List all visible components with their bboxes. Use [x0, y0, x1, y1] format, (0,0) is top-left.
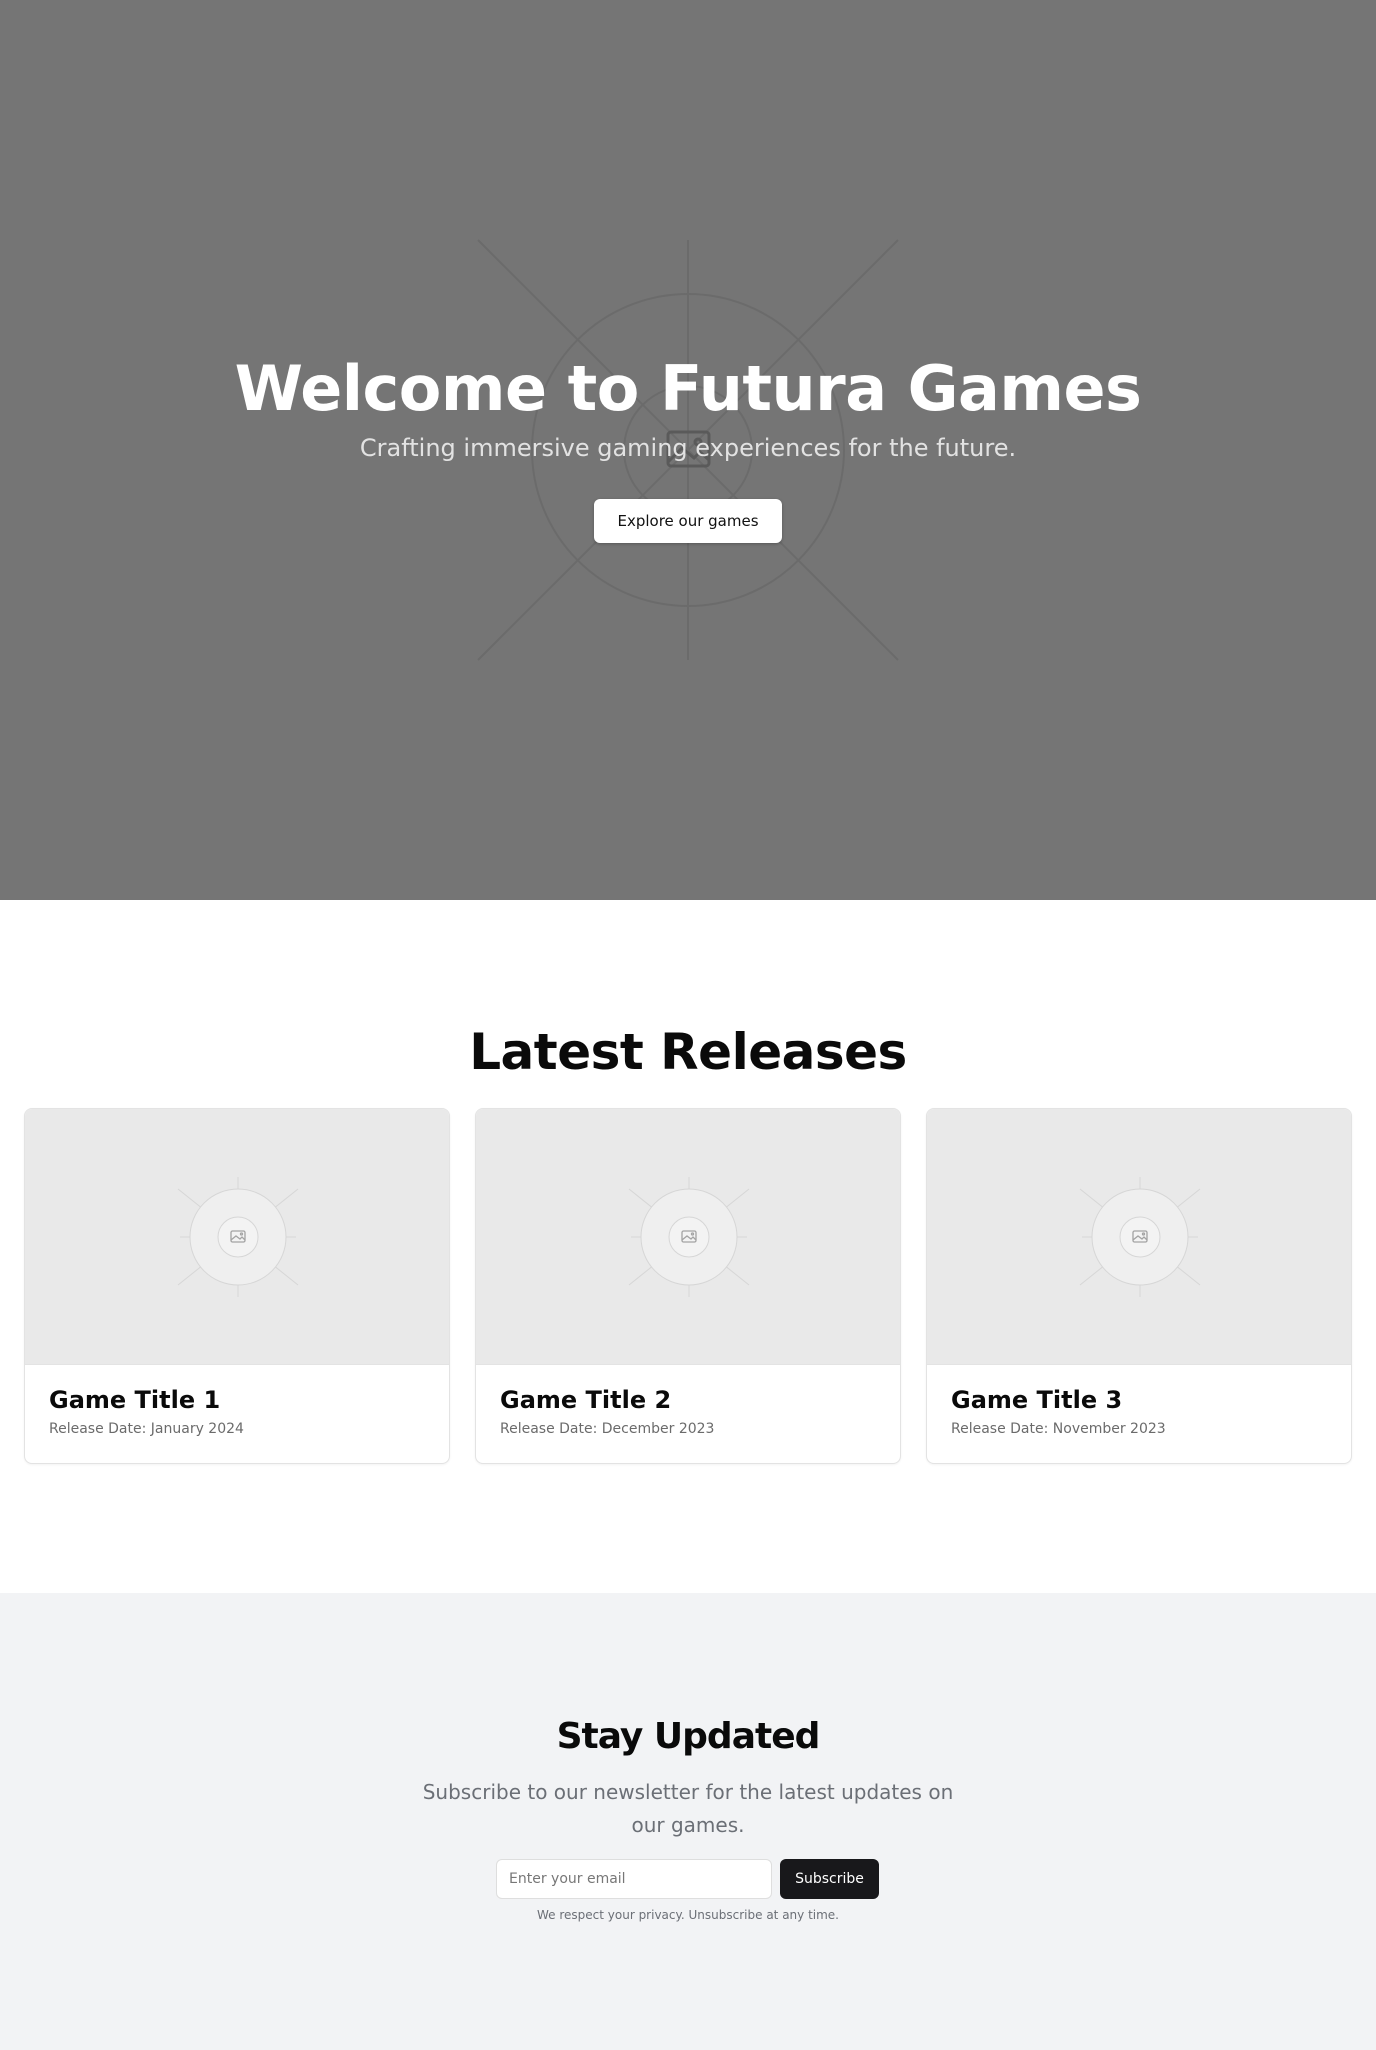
newsletter-form: Subscribe [496, 1859, 879, 1899]
release-date: Release Date: December 2023 [500, 1421, 715, 1437]
game-card[interactable]: Game Title 2 Release Date: December 2023 [475, 1108, 901, 1464]
section-title: Latest Releases [469, 1023, 907, 1081]
release-date: Release Date: January 2024 [49, 1421, 244, 1437]
newsletter-section: Stay Updated Subscribe to our newsletter… [0, 1593, 1376, 2050]
privacy-note: We respect your privacy. Unsubscribe at … [536, 1908, 839, 1922]
newsletter-subtitle: Subscribe to our newsletter for the late… [422, 1780, 954, 1837]
game-title: Game Title 2 [500, 1386, 672, 1414]
game-card[interactable]: Game Title 3 Release Date: November 2023 [926, 1108, 1352, 1464]
game-card-body: Game Title 1 Release Date: January 2024 [25, 1365, 449, 1439]
game-card-list: Game Title 1 Release Date: January 2024 [24, 1108, 1352, 1464]
game-card[interactable]: Game Title 1 Release Date: January 2024 [24, 1108, 450, 1464]
game-card-image [927, 1109, 1351, 1365]
game-title: Game Title 3 [951, 1386, 1123, 1414]
game-card-body: Game Title 3 Release Date: November 2023 [927, 1365, 1351, 1439]
hero-section: Welcome to Futura Games Crafting immersi… [0, 0, 1376, 900]
release-date: Release Date: November 2023 [951, 1421, 1166, 1437]
latest-releases-section: Latest Releases Game Title 1 Release Dat… [0, 900, 1376, 1593]
email-input[interactable] [496, 1859, 772, 1899]
subscribe-button[interactable]: Subscribe [780, 1859, 879, 1899]
explore-games-button[interactable]: Explore our games [594, 499, 782, 543]
game-title: Game Title 1 [49, 1386, 221, 1414]
game-card-image [25, 1109, 449, 1365]
newsletter-title: Stay Updated [556, 1716, 821, 1757]
game-card-body: Game Title 2 Release Date: December 2023 [476, 1365, 900, 1439]
hero-subtitle: Crafting immersive gaming experiences fo… [359, 434, 1017, 462]
hero-title: Welcome to Futura Games [234, 352, 1142, 425]
hero-content: Welcome to Futura Games Crafting immersi… [0, 350, 1376, 543]
game-card-image [476, 1109, 900, 1365]
